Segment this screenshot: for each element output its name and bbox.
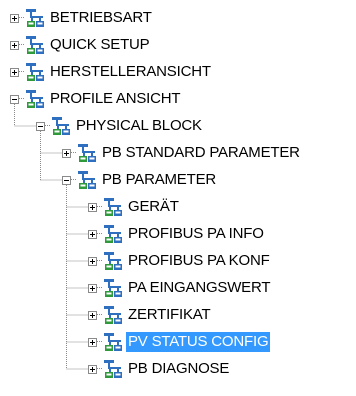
device-group-icon <box>103 332 123 352</box>
expand-toggle-icon[interactable] <box>88 229 97 239</box>
device-group-icon <box>103 359 123 379</box>
tree-connector <box>19 44 24 46</box>
device-group-icon <box>103 224 123 244</box>
expand-toggle-icon[interactable] <box>88 337 97 347</box>
tree-node-label[interactable]: HERSTELLERANSICHT <box>48 62 213 82</box>
tree-node[interactable]: ZERTIFIKAT <box>88 304 212 326</box>
tree-node[interactable]: HERSTELLERANSICHT <box>10 61 213 83</box>
tree-connector <box>97 368 102 370</box>
expand-toggle-icon[interactable] <box>10 67 19 77</box>
device-group-icon <box>25 8 45 28</box>
device-group-icon <box>103 305 123 325</box>
tree-connector <box>97 206 102 208</box>
expand-toggle-icon[interactable] <box>10 40 19 50</box>
tree-connector <box>97 314 102 316</box>
tree-node-label[interactable]: PB PARAMETER <box>100 170 218 190</box>
expand-toggle-icon[interactable] <box>88 256 97 266</box>
expand-toggle-icon[interactable] <box>88 202 97 212</box>
tree-node-label[interactable]: PROFIBUS PA INFO <box>126 224 266 244</box>
collapse-toggle-icon[interactable] <box>10 94 19 104</box>
tree-node[interactable]: PV STATUS CONFIG <box>88 331 271 353</box>
tree-node[interactable]: PROFILE ANSICHT <box>10 88 182 110</box>
tree-node-label[interactable]: GERÄT <box>126 197 181 217</box>
device-group-icon <box>103 278 123 298</box>
tree-connector <box>71 179 76 181</box>
tree-node-label[interactable]: PV STATUS CONFIG <box>126 332 271 352</box>
expand-toggle-icon[interactable] <box>88 364 97 374</box>
device-group-icon <box>103 197 123 217</box>
tree-node-label[interactable]: ZERTIFIKAT <box>126 305 212 325</box>
device-group-icon <box>25 62 45 82</box>
collapse-toggle-icon[interactable] <box>62 175 71 185</box>
tree-node-label[interactable]: BETRIEBSART <box>48 8 154 28</box>
device-group-icon <box>25 35 45 55</box>
parameter-tree: BETRIEBSART QUICK SETUP HERSTELLERANSICHT P… <box>0 0 356 396</box>
tree-connector <box>45 125 50 127</box>
tree-node[interactable]: QUICK SETUP <box>10 34 151 56</box>
collapse-toggle-icon[interactable] <box>36 121 45 131</box>
tree-node[interactable]: PHYSICAL BLOCK <box>36 115 204 137</box>
expand-toggle-icon[interactable] <box>10 13 19 23</box>
expand-toggle-icon[interactable] <box>88 310 97 320</box>
tree-connector <box>97 260 102 262</box>
expand-toggle-icon[interactable] <box>88 283 97 293</box>
expand-toggle-icon[interactable] <box>62 148 71 158</box>
tree-connector <box>71 152 76 154</box>
tree-node-label[interactable]: PA EINGANGSWERT <box>126 278 272 298</box>
tree-node[interactable]: PROFIBUS PA KONF <box>88 250 272 272</box>
tree-connector <box>97 287 102 289</box>
tree-node[interactable]: PROFIBUS PA INFO <box>88 223 266 245</box>
tree-node[interactable]: PB PARAMETER <box>62 169 218 191</box>
tree-node-label[interactable]: PB DIAGNOSE <box>126 359 231 379</box>
tree-node[interactable]: PA EINGANGSWERT <box>88 277 272 299</box>
tree-node[interactable]: GERÄT <box>88 196 181 218</box>
tree-connector <box>19 17 24 19</box>
tree-node-label[interactable]: PHYSICAL BLOCK <box>74 116 204 136</box>
tree-node[interactable]: PB STANDARD PARAMETER <box>62 142 302 164</box>
tree-node[interactable]: PB DIAGNOSE <box>88 358 231 380</box>
tree-node-label[interactable]: PB STANDARD PARAMETER <box>100 143 302 163</box>
tree-node-label[interactable]: QUICK SETUP <box>48 35 151 55</box>
tree-node[interactable]: BETRIEBSART <box>10 7 154 29</box>
device-group-icon <box>25 89 45 109</box>
tree-connector <box>19 71 24 73</box>
device-group-icon <box>77 170 97 190</box>
tree-node-label[interactable]: PROFIBUS PA KONF <box>126 251 272 271</box>
tree-connector <box>97 341 102 343</box>
tree-node-label[interactable]: PROFILE ANSICHT <box>48 89 182 109</box>
tree-connector <box>97 233 102 235</box>
device-group-icon <box>51 116 71 136</box>
device-group-icon <box>103 251 123 271</box>
tree-connector <box>19 98 24 100</box>
device-group-icon <box>77 143 97 163</box>
